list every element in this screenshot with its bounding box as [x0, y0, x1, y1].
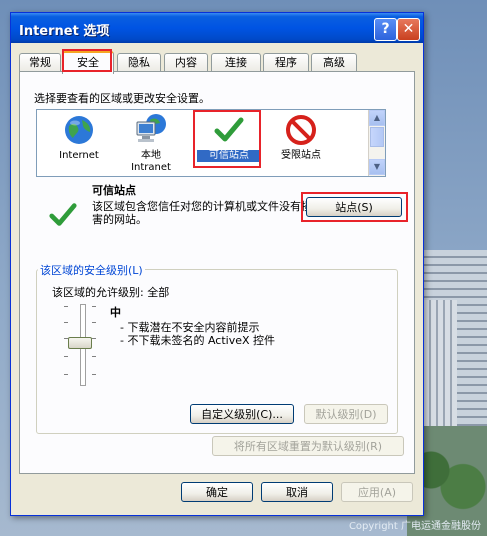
help-button[interactable]: ? [374, 18, 397, 41]
scroll-thumb[interactable] [370, 127, 384, 147]
title-bar[interactable]: Internet 选项 ? ✕ [11, 13, 423, 43]
slider-tick [92, 356, 96, 357]
apply-button[interactable]: 应用(A) [341, 482, 413, 502]
globe-icon [65, 116, 93, 144]
slider-tick [92, 374, 96, 375]
cancel-button[interactable]: 取消 [261, 482, 333, 502]
zone-internet[interactable]: Internet [43, 112, 115, 172]
zone-description: 该区域包含您信任对您的计算机或文件没有损害的网站。 [92, 200, 312, 226]
slider-tick [64, 322, 68, 323]
allowed-levels-text: 该区域的允许级别: 全部 [52, 286, 170, 299]
tab-connections[interactable]: 连接 [211, 53, 261, 71]
zone-list-scrollbar[interactable]: ▲ ▼ [368, 110, 385, 176]
security-level-label: 该区域的安全级别(L) [38, 262, 145, 278]
computer-network-icon [136, 114, 166, 142]
zone-trusted-highlight [193, 110, 261, 168]
restricted-icon [286, 115, 316, 145]
internet-options-dialog: Internet 选项 ? ✕ 常规 安全 隐私 内容 连接 程序 高级 选择要… [10, 12, 424, 516]
slider-tick [64, 306, 68, 307]
zone-local-intranet-label-text: 本地 Intranet [131, 150, 171, 173]
trusted-checkmark-icon [49, 203, 77, 226]
zone-title: 可信站点 [92, 184, 136, 197]
close-icon: ✕ [402, 21, 415, 37]
help-icon: ? [381, 21, 390, 37]
zone-local-intranet[interactable]: 本地 Intranet [115, 112, 187, 174]
background-copyright: Copyright 广电运通金融股份 [348, 521, 481, 532]
slider-tick [64, 374, 68, 375]
zone-internet-label: Internet [59, 150, 99, 161]
tab-general[interactable]: 常规 [19, 53, 61, 71]
tab-programs[interactable]: 程序 [263, 53, 309, 71]
ok-button[interactable]: 确定 [181, 482, 253, 502]
slider-tick [92, 322, 96, 323]
zone-list[interactable]: Internet 本地 Intranet 可信站点 受限站点 ▲ ▼ [36, 109, 386, 177]
slider-tick [92, 338, 96, 339]
sites-button-highlight [301, 192, 408, 222]
default-level-button[interactable]: 默认级别(D) [304, 404, 388, 424]
zone-restricted-sites-label: 受限站点 [281, 150, 321, 161]
tab-advanced[interactable]: 高级 [311, 53, 357, 71]
close-button[interactable]: ✕ [397, 18, 420, 41]
slider-tick [92, 306, 96, 307]
custom-level-button[interactable]: 自定义级别(C)... [190, 404, 294, 424]
security-panel: 选择要查看的区域或更改安全设置。 Internet 本地 Intranet 可信… [19, 71, 415, 474]
zone-restricted-sites[interactable]: 受限站点 [265, 112, 337, 172]
scroll-up-button[interactable]: ▲ [369, 110, 385, 126]
level-bullet: - 不下载未签名的 ActiveX 控件 [120, 334, 276, 347]
tab-content[interactable]: 内容 [164, 53, 208, 71]
dialog-title: Internet 选项 [19, 24, 110, 39]
scroll-down-button[interactable]: ▼ [369, 159, 385, 175]
slider-tick [64, 356, 68, 357]
tab-privacy[interactable]: 隐私 [117, 53, 161, 71]
security-level-slider-thumb[interactable] [68, 337, 92, 349]
tab-security-highlight [62, 49, 112, 72]
zone-local-intranet-label: 本地 Intranet [115, 150, 187, 174]
security-level-name: 中 [110, 306, 121, 319]
zone-prompt: 选择要查看的区域或更改安全设置。 [34, 92, 210, 105]
reset-all-zones-button[interactable]: 将所有区域重置为默认级别(R) [212, 436, 404, 456]
